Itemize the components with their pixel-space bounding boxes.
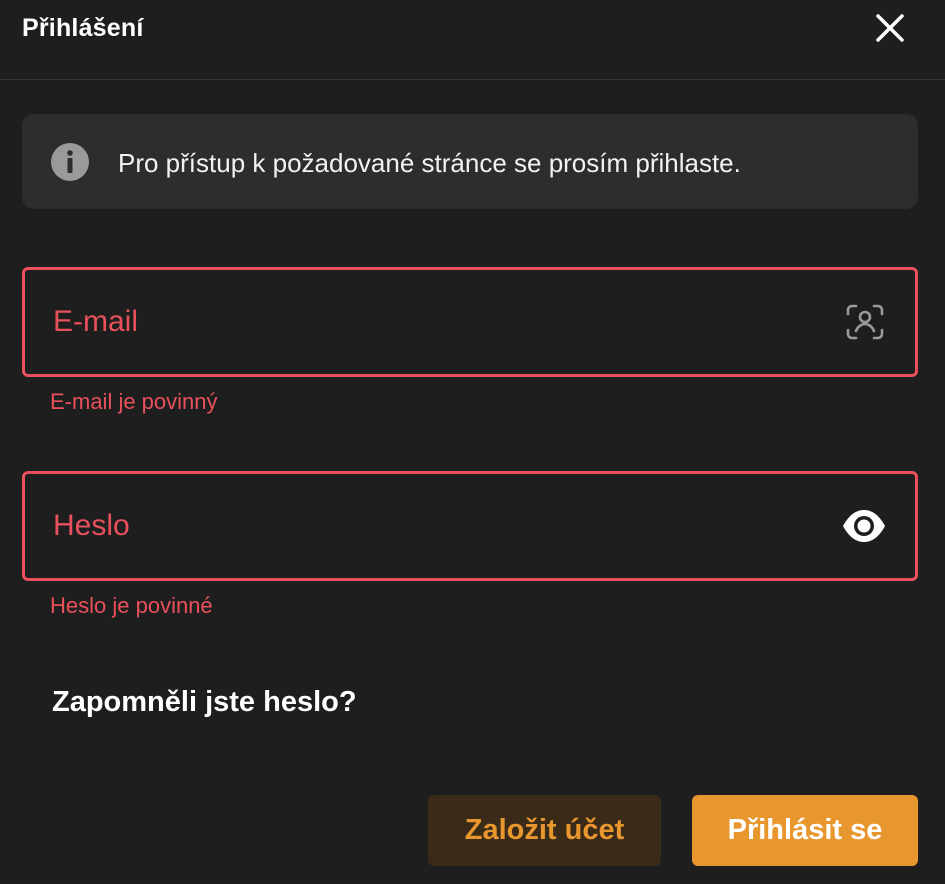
login-button[interactable]: Přihlásit se xyxy=(692,795,918,866)
toggle-password-visibility-button[interactable] xyxy=(841,506,885,546)
email-input[interactable] xyxy=(53,270,813,374)
info-banner: Pro přístup k požadované stránce se pros… xyxy=(22,114,918,209)
close-button[interactable] xyxy=(870,8,910,48)
email-field-container xyxy=(22,267,918,377)
register-button[interactable]: Založit účet xyxy=(428,795,661,866)
login-dialog: Přihlášení Pro přístup k požadované strá… xyxy=(0,0,945,884)
info-message: Pro přístup k požadované stránce se pros… xyxy=(118,148,741,178)
email-field-icon-button[interactable] xyxy=(843,302,887,342)
dialog-title: Přihlášení xyxy=(22,14,144,42)
password-error: Heslo je povinné xyxy=(50,593,213,618)
dialog-header: Přihlášení xyxy=(0,0,945,80)
forgot-password-link[interactable]: Zapomněli jste heslo? xyxy=(52,686,357,719)
user-scan-icon xyxy=(846,304,884,340)
close-icon xyxy=(876,14,904,42)
password-field-container xyxy=(22,471,918,581)
email-error: E-mail je povinný xyxy=(50,389,218,414)
info-icon xyxy=(51,143,89,181)
eye-icon xyxy=(843,510,885,542)
password-input[interactable] xyxy=(53,474,813,578)
